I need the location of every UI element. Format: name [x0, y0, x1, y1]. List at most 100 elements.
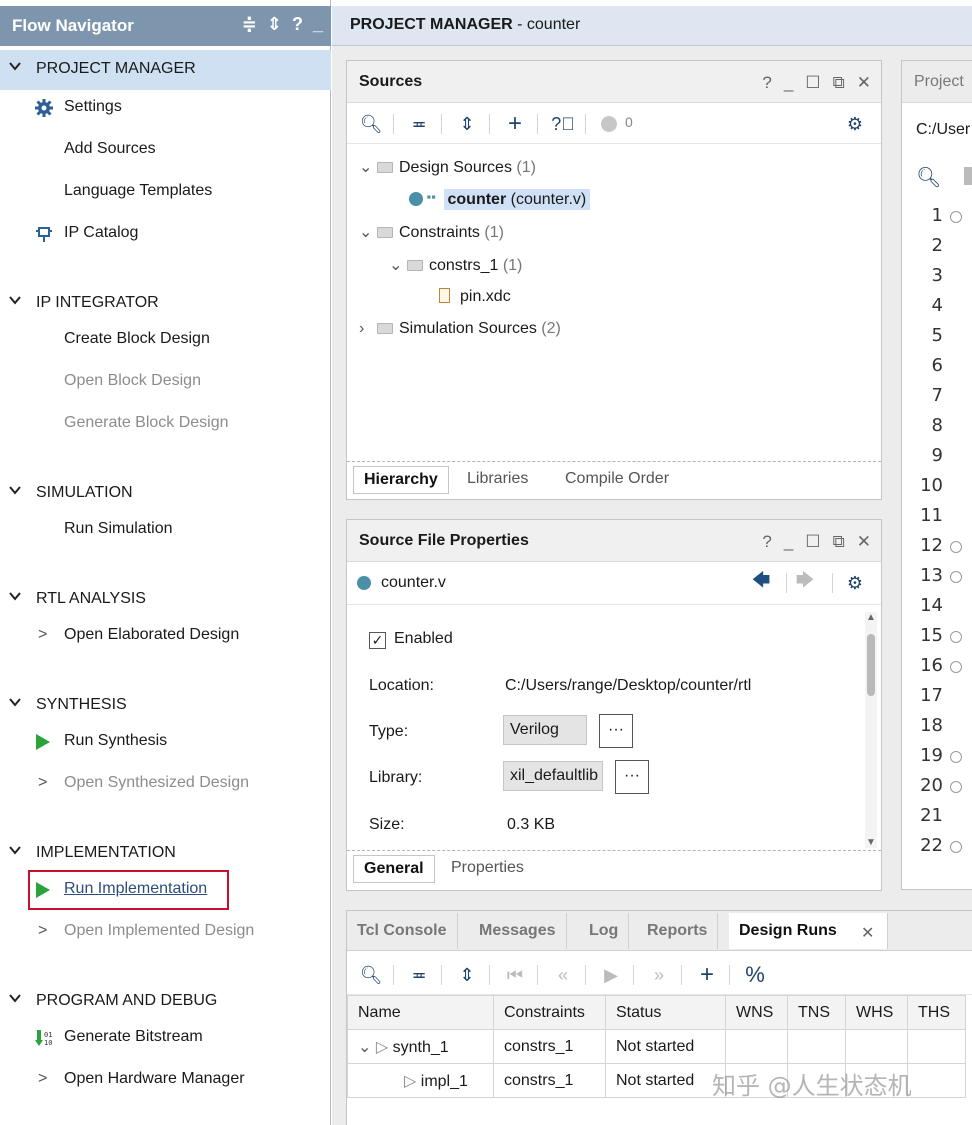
- nav-item-open-elaborated-design[interactable]: > Open Elaborated Design: [0, 618, 331, 654]
- nav-item-create-block-design[interactable]: Create Block Design: [0, 322, 331, 358]
- nav-item-run-synthesis[interactable]: Run Synthesis: [0, 724, 331, 760]
- chevron-down-icon[interactable]: [9, 696, 21, 708]
- tab-properties[interactable]: Properties: [441, 855, 534, 883]
- search-icon[interactable]: 🔍︎: [359, 112, 383, 136]
- tree-design-sources[interactable]: ⌄ Design Sources (1): [359, 157, 536, 187]
- add-icon[interactable]: +: [503, 110, 527, 137]
- info-icon[interactable]: ?⃞: [551, 112, 575, 136]
- scroll-thumb[interactable]: [867, 634, 875, 696]
- fold-marker-icon[interactable]: [950, 211, 962, 223]
- search-icon[interactable]: 🔍︎: [359, 963, 383, 987]
- collapse-all-icon[interactable]: ≖: [407, 112, 431, 136]
- section-simulation[interactable]: SIMULATION: [0, 474, 331, 514]
- scroll-down-icon[interactable]: ▼: [866, 837, 876, 848]
- section-implementation[interactable]: IMPLEMENTATION: [0, 834, 331, 874]
- help-icon[interactable]: ?: [292, 14, 303, 35]
- chevron-down-icon[interactable]: ⌄: [358, 1039, 371, 1056]
- project-tab-title[interactable]: Project: [914, 73, 964, 91]
- chevron-down-icon[interactable]: [9, 590, 21, 602]
- fold-marker-icon[interactable]: [950, 541, 962, 553]
- properties-scrollbar[interactable]: ▲ ▼: [865, 612, 877, 848]
- tab-messages[interactable]: Messages: [469, 913, 567, 949]
- tab-compile-order[interactable]: Compile Order: [555, 466, 679, 494]
- search-icon[interactable]: 🔍︎: [916, 165, 941, 190]
- column-header[interactable]: THS: [907, 995, 966, 1030]
- gear-icon[interactable]: ⚙: [843, 571, 867, 595]
- expand-all-icon[interactable]: ⇕: [267, 14, 282, 35]
- tree-top-module[interactable]: ⠒ counter (counter.v): [409, 189, 591, 219]
- section-synthesis[interactable]: SYNTHESIS: [0, 686, 331, 726]
- tab-general[interactable]: General: [353, 855, 435, 883]
- column-header[interactable]: WNS: [725, 995, 788, 1030]
- close-icon[interactable]: ✕: [857, 73, 871, 93]
- close-icon[interactable]: ✕: [861, 923, 874, 943]
- enabled-checkbox-row[interactable]: ✓ Enabled: [369, 630, 453, 649]
- fold-marker-icon[interactable]: [950, 841, 962, 853]
- expand-all-icon[interactable]: ⇕: [455, 112, 479, 136]
- help-icon[interactable]: ?: [762, 532, 771, 552]
- nav-item-settings[interactable]: Settings: [0, 90, 331, 126]
- fold-marker-icon[interactable]: [950, 781, 962, 793]
- tab-reports[interactable]: Reports: [637, 913, 719, 949]
- column-header[interactable]: Status: [605, 995, 726, 1030]
- minimize-icon[interactable]: _: [313, 14, 323, 35]
- chevron-right-icon[interactable]: ›: [359, 320, 373, 338]
- tree-constrs-1[interactable]: ⌄ constrs_1 (1): [389, 255, 522, 285]
- float-icon[interactable]: ⧉: [833, 73, 845, 93]
- nav-item-generate-bitstream[interactable]: 01 10 Generate Bitstream: [0, 1020, 331, 1056]
- back-arrow-icon[interactable]: 🡄: [749, 570, 773, 595]
- section-program-and-debug[interactable]: PROGRAM AND DEBUG: [0, 982, 331, 1022]
- section-project-manager[interactable]: PROJECT MANAGER: [0, 50, 331, 90]
- expand-all-icon[interactable]: ⇕: [455, 963, 479, 987]
- tab-log[interactable]: Log: [579, 913, 630, 949]
- column-header[interactable]: WHS: [845, 995, 908, 1030]
- chevron-down-icon[interactable]: ⌄: [389, 255, 403, 275]
- percent-icon[interactable]: %: [743, 962, 767, 987]
- section-rtl-analysis[interactable]: RTL ANALYSIS: [0, 580, 331, 620]
- toolbar-icon[interactable]: [964, 167, 972, 185]
- help-icon[interactable]: ?: [762, 73, 771, 93]
- minimize-icon[interactable]: _: [784, 73, 793, 93]
- nav-item-run-simulation[interactable]: Run Simulation: [0, 512, 331, 548]
- table-row[interactable]: ⌄ ▷ synth_1 constrs_1 Not started: [347, 1029, 966, 1064]
- tab-hierarchy[interactable]: Hierarchy: [353, 466, 449, 494]
- chevron-down-icon[interactable]: [9, 294, 21, 306]
- scroll-up-icon[interactable]: ▲: [866, 612, 876, 623]
- tree-pin-xdc[interactable]: pin.xdc: [439, 288, 511, 318]
- close-icon[interactable]: ✕: [857, 532, 871, 552]
- fold-marker-icon[interactable]: [950, 631, 962, 643]
- collapse-all-icon[interactable]: ≑: [242, 14, 257, 35]
- tab-tcl-console[interactable]: Tcl Console: [347, 913, 458, 949]
- nav-item-language-templates[interactable]: Language Templates: [0, 174, 331, 210]
- chevron-right-icon[interactable]: >: [38, 626, 47, 644]
- chevron-right-icon[interactable]: >: [38, 1070, 47, 1088]
- tab-libraries[interactable]: Libraries: [457, 466, 538, 494]
- tree-constraints[interactable]: ⌄ Constraints (1): [359, 222, 504, 252]
- gear-icon[interactable]: ⚙: [843, 112, 867, 136]
- type-browse-button[interactable]: ···: [599, 714, 633, 748]
- enabled-checkbox[interactable]: ✓: [369, 632, 386, 649]
- chevron-down-icon[interactable]: [9, 484, 21, 496]
- library-browse-button[interactable]: ···: [615, 760, 649, 794]
- column-header[interactable]: Name: [347, 995, 494, 1030]
- column-header[interactable]: Constraints: [493, 995, 606, 1030]
- maximize-icon[interactable]: ☐: [805, 532, 820, 552]
- tree-simulation-sources[interactable]: › Simulation Sources (2): [359, 320, 561, 350]
- maximize-icon[interactable]: ☐: [805, 73, 820, 93]
- fold-marker-icon[interactable]: [950, 751, 962, 763]
- float-icon[interactable]: ⧉: [833, 532, 845, 552]
- nav-item-ip-catalog[interactable]: IP Catalog: [0, 216, 331, 252]
- chevron-down-icon[interactable]: ⌄: [359, 157, 373, 177]
- fold-marker-icon[interactable]: [950, 661, 962, 673]
- add-icon[interactable]: +: [695, 961, 719, 988]
- column-header[interactable]: TNS: [787, 995, 846, 1030]
- nav-item-open-hardware-manager[interactable]: > Open Hardware Manager: [0, 1062, 331, 1098]
- chevron-down-icon[interactable]: [9, 60, 21, 72]
- fold-marker-icon[interactable]: [950, 571, 962, 583]
- chevron-down-icon[interactable]: ⌄: [359, 222, 373, 242]
- chevron-down-icon[interactable]: [9, 844, 21, 856]
- collapse-all-icon[interactable]: ≖: [407, 963, 431, 987]
- chevron-down-icon[interactable]: [9, 992, 21, 1004]
- minimize-icon[interactable]: _: [784, 532, 793, 552]
- nav-item-add-sources[interactable]: Add Sources: [0, 132, 331, 168]
